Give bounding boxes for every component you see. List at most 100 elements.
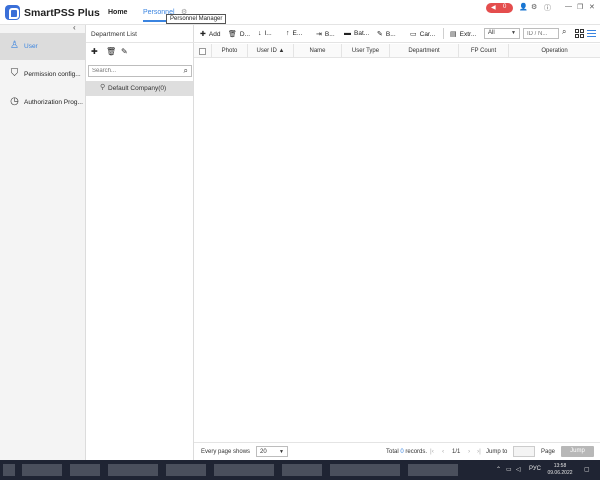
user-type-filter-select[interactable]: All ▼ <box>484 28 520 39</box>
add-button[interactable]: ✚ Add <box>200 30 220 38</box>
department-search-input[interactable] <box>89 66 179 76</box>
close-icon[interactable]: ✕ <box>589 3 595 11</box>
taskbar-app-icon[interactable] <box>22 464 62 476</box>
b2-button[interactable]: ✎ B... <box>377 30 396 38</box>
last-page-icon[interactable]: ›| <box>477 448 481 455</box>
chevron-down-icon: ▼ <box>511 30 516 36</box>
sidebar-item-authorization[interactable]: ◷ Authorization Prog... <box>0 89 86 116</box>
tooltip: Personnel Manager <box>166 14 227 24</box>
info-icon[interactable]: ⓘ <box>544 3 551 13</box>
export-icon: ↑ <box>286 30 290 37</box>
column-header-photo: Photo <box>211 44 247 58</box>
tray-network-icon[interactable]: ▭ <box>506 466 512 473</box>
page-size-select[interactable]: 20 ▼ <box>256 446 288 457</box>
tray-arrow-icon[interactable]: ⌃ <box>496 466 501 473</box>
taskbar-app-icon[interactable] <box>166 464 206 476</box>
jump-button[interactable]: Jump <box>561 446 594 457</box>
total-records: Total 0 records. <box>386 449 427 455</box>
add-department-icon[interactable]: ✚ <box>91 47 98 56</box>
column-header-operation: Operation <box>508 44 600 58</box>
user-icon: ♙ <box>10 40 19 51</box>
taskbar-app-icon[interactable] <box>214 464 274 476</box>
user-account-icon[interactable]: 👤 <box>519 3 528 11</box>
alarm-badge[interactable]: ◀ 0 <box>486 3 513 13</box>
export-button[interactable]: ↑ E... <box>286 30 302 37</box>
clock-icon: ◷ <box>10 96 19 107</box>
taskbar-app-icon[interactable] <box>282 464 322 476</box>
taskbar-app-icon[interactable] <box>3 464 15 476</box>
nav-home-tab[interactable]: Home <box>108 9 127 16</box>
grid-cell <box>580 29 584 33</box>
column-header-name: Name <box>293 44 341 58</box>
extract-label: Extr... <box>459 31 477 38</box>
card-label: Car... <box>419 31 436 38</box>
taskbar-app-icon[interactable] <box>330 464 400 476</box>
column-header-user-type: User Type <box>341 44 389 58</box>
delete-button[interactable]: 🗑 D... <box>228 30 250 38</box>
batch-icon: ▬ <box>344 30 351 37</box>
column-header-user-id[interactable]: User ID ▲ <box>247 44 293 58</box>
select-all-checkbox[interactable] <box>199 48 206 55</box>
import-button[interactable]: ↓ I... <box>258 30 272 37</box>
search-icon[interactable]: ⌕ <box>184 66 188 76</box>
filter-value: All <box>488 30 495 36</box>
department-panel: Department List ✚ 🗑 ✎ ⌕ ⚲ Default Compan… <box>86 25 194 460</box>
total-count: 0 <box>400 449 404 455</box>
column-header-fp-count: FP Count <box>458 44 508 58</box>
page-indicator: 1/1 <box>452 449 461 455</box>
clock-date: 09.06.2022 <box>547 470 573 476</box>
b-label: B... <box>324 31 335 38</box>
tray-volume-icon[interactable]: ◁ <box>516 466 521 473</box>
tray-clock[interactable]: 13:58 09.06.2022 <box>546 463 574 477</box>
next-page-icon[interactable]: › <box>468 448 470 455</box>
search-icon[interactable]: ⌕ <box>562 27 566 37</box>
sidebar-item-user[interactable]: ♙ User <box>0 33 86 60</box>
restore-icon[interactable]: ❐ <box>577 3 583 11</box>
per-page-label: Every page shows <box>201 449 251 455</box>
left-sidebar: ‹ ♙ User ⛉ Permission config... ◷ Author… <box>0 23 86 460</box>
main-content: ✚ Add 🗑 D... ↓ I... ↑ E... ⇥ B... ▬ Bat... ✎ B.… <box>194 25 600 460</box>
add-label: Add <box>208 31 221 38</box>
app-title: SmartPSS Plus <box>24 7 100 19</box>
b-button[interactable]: ⇥ B... <box>316 30 335 38</box>
prev-page-icon[interactable]: ‹ <box>442 448 444 455</box>
user-table-header: Photo User ID ▲ Name User Type Departmen… <box>194 44 600 58</box>
jump-page-input[interactable] <box>513 446 535 457</box>
jump-to-label: Jump to <box>486 449 508 455</box>
department-tree-node[interactable]: ⚲ Default Company(0) <box>86 81 193 96</box>
settings-gear-icon[interactable]: ⚙ <box>531 3 537 11</box>
collapse-sidebar-icon[interactable]: ‹ <box>73 23 76 32</box>
taskbar-app-icon[interactable] <box>108 464 158 476</box>
os-taskbar: ⌃ ▭ ◁ РУС 13:58 09.06.2022 ▢ <box>0 460 600 480</box>
org-tree-icon: ⚲ <box>100 84 106 91</box>
tray-language[interactable]: РУС <box>529 466 541 472</box>
id-name-search-input[interactable] <box>523 28 559 39</box>
clock-time: 13:58 <box>553 463 567 469</box>
column-header-label: User ID <box>256 48 277 54</box>
total-suffix: records. <box>405 449 428 455</box>
taskbar-app-icon[interactable] <box>70 464 100 476</box>
department-node-label: Default Company(0) <box>108 85 167 92</box>
batch-button[interactable]: ▬ Bat... <box>344 30 369 37</box>
card-button[interactable]: ▭ Car... <box>410 30 435 38</box>
minimize-icon[interactable]: — <box>565 3 572 10</box>
b2-label: B... <box>385 31 396 38</box>
taskbar-app-icon[interactable] <box>408 464 458 476</box>
grid-view-icon[interactable] <box>575 29 584 38</box>
sidebar-item-permission[interactable]: ⛉ Permission config... <box>0 61 86 88</box>
sidebar-item-label: Permission config... <box>24 71 81 78</box>
delete-department-icon[interactable]: 🗑 <box>106 47 116 56</box>
extract-icon: ▤ <box>450 31 457 38</box>
shield-icon: ⛉ <box>10 68 19 79</box>
notification-icon[interactable]: ▢ <box>584 466 590 473</box>
batch-label: Bat... <box>354 30 370 37</box>
list-line <box>587 30 596 31</box>
pencil-icon: ✎ <box>377 31 383 38</box>
first-page-icon[interactable]: |‹ <box>430 448 434 455</box>
card-icon: ▭ <box>410 31 417 38</box>
extract-button[interactable]: ▤ Extr... <box>450 30 476 38</box>
app-logo-icon <box>5 5 20 20</box>
edit-department-icon[interactable]: ✎ <box>121 47 128 56</box>
column-header-department: Department <box>389 44 458 58</box>
list-view-icon[interactable] <box>587 29 596 38</box>
